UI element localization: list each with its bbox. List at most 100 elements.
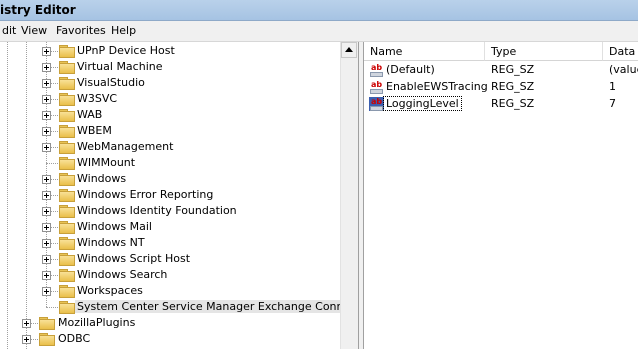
folder-body <box>39 319 55 330</box>
expand-plus-icon[interactable] <box>22 319 31 328</box>
expand-plus-icon[interactable] <box>42 175 51 184</box>
window-title: istry Editor <box>0 3 76 17</box>
tree-item-label: WIMMount <box>77 156 136 169</box>
string-value-icon: ab <box>369 63 384 77</box>
string-value-glyph: ab <box>370 63 383 72</box>
tree-item-label: WBEM <box>77 124 112 137</box>
values-list[interactable]: Name Type Data ab(Default)REG_SZ(valueab… <box>364 42 638 349</box>
string-value-icon: ab <box>369 80 384 94</box>
expand-plus-icon[interactable] <box>42 255 51 264</box>
expand-plus-icon[interactable] <box>42 47 51 56</box>
folder-icon <box>59 93 75 106</box>
registry-tree[interactable]: UPnP Device Host Virtual Machine VisualStu… <box>0 42 358 349</box>
list-row[interactable]: ab EnableEWSTracing REG_SZ 1 <box>364 79 638 95</box>
expand-plus-icon[interactable] <box>42 95 51 104</box>
scroll-up-arrow-icon[interactable] <box>341 42 357 58</box>
expand-plus-icon[interactable] <box>42 79 51 88</box>
tree-item[interactable]: UPnP Device Host <box>0 43 340 59</box>
folder-icon <box>39 333 55 346</box>
value-data: 7 <box>609 97 616 110</box>
value-name: EnableEWSTracing <box>386 80 488 93</box>
folder-body <box>59 239 75 250</box>
list-row[interactable]: ab LoggingLevel REG_SZ 7 <box>364 96 638 112</box>
value-type: REG_SZ <box>491 80 535 93</box>
folder-body <box>59 223 75 234</box>
expand-plus-icon[interactable] <box>42 207 51 216</box>
menu-favorites[interactable]: Favorites <box>56 24 106 37</box>
expand-plus-icon[interactable] <box>42 287 51 296</box>
tree-item[interactable]: WAB <box>0 107 340 123</box>
tree-item[interactable]: MozillaPlugins <box>0 315 340 331</box>
expand-plus-icon[interactable] <box>42 191 51 200</box>
column-header-name-label: Name <box>370 45 403 58</box>
expand-plus-icon[interactable] <box>42 111 51 120</box>
folder-icon <box>59 269 75 282</box>
tree-item-label: Virtual Machine <box>77 60 163 73</box>
tree-item[interactable]: VisualStudio <box>0 75 340 91</box>
tree-item[interactable]: Windows Search <box>0 267 340 283</box>
folder-icon <box>59 109 75 122</box>
folder-body <box>59 47 75 58</box>
folder-body <box>59 207 75 218</box>
tree-item[interactable]: Windows Error Reporting <box>0 187 340 203</box>
string-value-base <box>370 106 383 111</box>
tree-item[interactable]: Virtual Machine <box>0 59 340 75</box>
column-header-type[interactable]: Type <box>485 42 603 61</box>
folder-icon <box>59 77 75 90</box>
tree-item-label: VisualStudio <box>77 76 145 89</box>
tree-item[interactable]: System Center Service Manager Exchange C… <box>0 299 358 315</box>
tree-item[interactable]: Windows Script Host <box>0 251 340 267</box>
tree-item[interactable]: Windows NT <box>0 235 340 251</box>
folder-icon <box>59 237 75 250</box>
tree-item-label: ODBC <box>58 332 91 345</box>
expand-plus-icon[interactable] <box>42 63 51 72</box>
folder-icon <box>59 141 75 154</box>
folder-icon <box>59 45 75 58</box>
folder-body <box>59 159 75 170</box>
expand-plus-icon[interactable] <box>22 335 31 344</box>
tree-item-label: WAB <box>77 108 103 121</box>
expand-plus-icon[interactable] <box>42 271 51 280</box>
tree-item[interactable]: WebManagement <box>0 139 340 155</box>
tree-item[interactable]: Workspaces <box>0 283 340 299</box>
string-value-glyph: ab <box>370 97 383 106</box>
value-type: REG_SZ <box>491 97 535 110</box>
expand-plus-icon[interactable] <box>42 143 51 152</box>
tree-item[interactable]: Windows <box>0 171 340 187</box>
folder-body <box>59 111 75 122</box>
tree-vertical-scrollbar[interactable] <box>340 42 358 349</box>
tree-item[interactable]: Windows Mail <box>0 219 340 235</box>
string-value-glyph: ab <box>370 80 383 89</box>
tree-item[interactable]: WIMMount <box>0 155 340 171</box>
string-value-base <box>370 72 383 77</box>
value-type: REG_SZ <box>491 63 535 76</box>
string-value-icon: ab <box>369 97 384 111</box>
folder-body <box>59 127 75 138</box>
expand-plus-icon[interactable] <box>42 127 51 136</box>
value-name: (Default) <box>386 63 435 76</box>
column-header-data-label: Data <box>609 45 636 58</box>
tree-item[interactable]: Windows Identity Foundation <box>0 203 340 219</box>
expand-plus-icon[interactable] <box>42 239 51 248</box>
column-header-data[interactable]: Data <box>603 42 638 61</box>
list-row[interactable]: ab(Default) REG_SZ (value <box>364 62 638 78</box>
tree-item[interactable]: ODBC <box>0 331 340 347</box>
menu-view[interactable]: View <box>21 24 47 37</box>
tree-item-label: Windows Search <box>77 268 168 281</box>
tree-item[interactable]: W3SVC <box>0 91 340 107</box>
title-bar: istry Editor <box>0 0 638 21</box>
column-header-name[interactable]: Name <box>364 42 485 61</box>
menu-help[interactable]: Help <box>111 24 136 37</box>
tree-item-label: Windows Script Host <box>77 252 191 265</box>
value-data: (value <box>609 63 638 76</box>
expand-plus-icon[interactable] <box>42 223 51 232</box>
menu-edit[interactable]: dit <box>2 24 16 37</box>
folder-body <box>59 271 75 282</box>
value-name: LoggingLevel <box>383 96 462 111</box>
tree-item[interactable]: WBEM <box>0 123 340 139</box>
folder-icon <box>59 157 75 170</box>
string-value-base <box>370 89 383 94</box>
tree-item-label: UPnP Device Host <box>77 44 175 57</box>
tree-item-label: Workspaces <box>77 284 143 297</box>
folder-icon <box>59 205 75 218</box>
